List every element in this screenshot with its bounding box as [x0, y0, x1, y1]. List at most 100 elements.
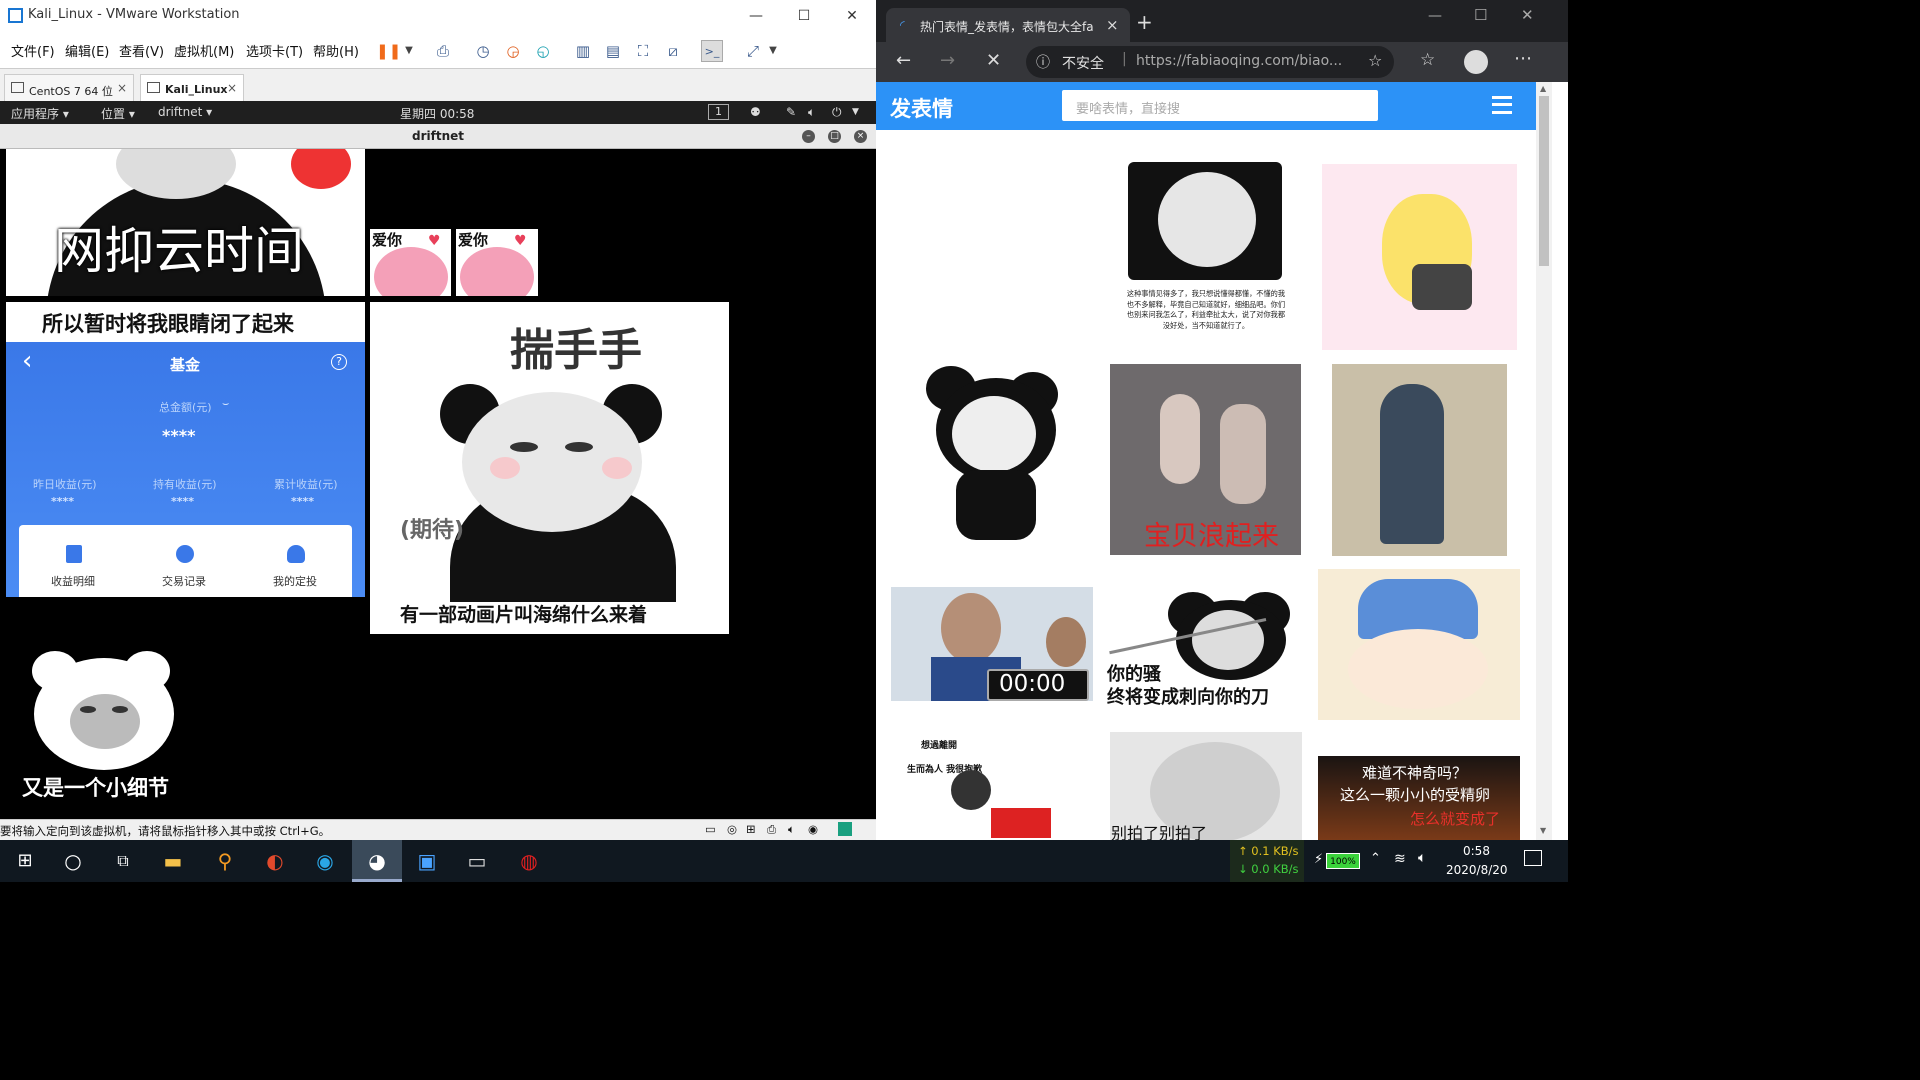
scroll-thumb[interactable]: [1539, 96, 1549, 266]
notification-icon[interactable]: [1524, 850, 1542, 866]
usb-icon[interactable]: ◉: [808, 822, 818, 836]
tab-centos[interactable]: CentOS 7 64 位 ×: [4, 74, 134, 102]
tab-close-icon[interactable]: ×: [227, 81, 237, 95]
users-icon[interactable]: ⚉: [750, 105, 761, 119]
scroll-up-icon[interactable]: ▲: [1540, 84, 1546, 93]
send-ctrl-alt-del-icon[interactable]: ⎙: [432, 40, 454, 62]
more-icon[interactable]: ⋯: [1514, 48, 1532, 69]
menu-edit[interactable]: 编辑(E): [65, 41, 109, 60]
driftnet-app-menu[interactable]: driftnet ▾: [158, 105, 212, 119]
fund-label: 累计收益(元): [274, 478, 338, 491]
close-button[interactable]: ✕: [828, 0, 876, 32]
emoji-item[interactable]: [1318, 569, 1520, 720]
hamburger-menu-icon[interactable]: [1492, 96, 1512, 114]
chevron-down-icon[interactable]: ▼: [852, 107, 859, 117]
plug-icon[interactable]: ⚡: [1314, 852, 1323, 867]
emoji-item[interactable]: 别拍了别拍了: [1110, 732, 1302, 840]
wifi-icon[interactable]: ≋: [1394, 851, 1406, 867]
new-tab-button[interactable]: +: [1136, 10, 1153, 34]
volume-icon[interactable]: 🔈︎: [1418, 850, 1426, 866]
minimize-button[interactable]: —: [1428, 8, 1442, 24]
network-icon[interactable]: ⊞: [746, 822, 756, 836]
power-icon[interactable]: ⏻: [832, 105, 842, 120]
forward-button[interactable]: →: [940, 50, 955, 71]
battery-indicator[interactable]: 100%: [1326, 853, 1360, 869]
sidebar-icon[interactable]: ▥: [572, 40, 594, 62]
maximize-button[interactable]: ☐: [780, 0, 828, 32]
star-icon[interactable]: ☆: [1368, 51, 1382, 70]
pause-icon[interactable]: ❚❚: [376, 40, 401, 62]
close-icon[interactable]: ×: [854, 130, 867, 143]
taskbar-time[interactable]: 0:58: [1463, 844, 1490, 858]
menu-help[interactable]: 帮助(H): [313, 41, 359, 60]
network-speed-widget[interactable]: ↑ 0.1 KB/s ↓ 0.0 KB/s: [1230, 840, 1304, 882]
thumbnail-bar-icon[interactable]: ▤: [602, 40, 624, 62]
kali-vmware-icon[interactable]: ◕: [352, 840, 402, 882]
messages-icon[interactable]: [838, 822, 852, 836]
emoji-item[interactable]: 宝贝浪起来: [1110, 364, 1301, 555]
sound-icon[interactable]: 🔈︎: [788, 822, 795, 837]
menu-file[interactable]: 文件(F): [11, 41, 55, 60]
console-icon[interactable]: >_: [701, 40, 723, 62]
record-icon: [176, 545, 194, 563]
stretch-dropdown-icon[interactable]: ▼: [762, 40, 784, 62]
profile-avatar[interactable]: [1464, 50, 1488, 74]
back-button[interactable]: ←: [896, 50, 911, 71]
emoji-item[interactable]: 难道不神奇吗？ 这么一颗小小的受精卵 怎么就变成了: [1318, 756, 1520, 840]
snapshot-manager-icon[interactable]: ◵: [532, 40, 554, 62]
tab-kali[interactable]: Kali_Linux ×: [140, 74, 244, 102]
pen-icon[interactable]: ✎: [786, 105, 796, 119]
scroll-down-icon[interactable]: ▼: [1540, 826, 1546, 835]
tab-close-icon[interactable]: ×: [117, 81, 127, 95]
places-menu[interactable]: 位置 ▾: [101, 105, 135, 122]
page-scrollbar[interactable]: ▲ ▼: [1536, 82, 1552, 840]
emoji-item[interactable]: [1332, 364, 1507, 556]
emoji-item[interactable]: 这种事情见得多了，我只想说懂得都懂，不懂的我也不多解释，毕竟自己知道就好，细细品…: [1122, 158, 1290, 348]
chevron-up-icon[interactable]: ⌃: [1370, 851, 1381, 866]
browser-tab[interactable]: ◜ 热门表情_发表情，表情包大全fa: [886, 8, 1130, 42]
emoji-item[interactable]: 想過離開 生而為人 我很抱歉: [891, 730, 1093, 840]
site-logo[interactable]: 发表情: [890, 93, 953, 123]
menu-tabs[interactable]: 选项卡(T): [246, 41, 303, 60]
start-button[interactable]: ⊞: [0, 840, 50, 882]
emoji-item[interactable]: [1322, 164, 1517, 350]
vmware-icon[interactable]: ▣: [402, 840, 452, 882]
tab-close-icon[interactable]: ×: [1106, 16, 1119, 34]
taskbar-date[interactable]: 2020/8/20: [1446, 863, 1508, 877]
stop-button[interactable]: ✕: [986, 50, 1001, 71]
maximize-button[interactable]: ☐: [1474, 6, 1487, 24]
volume-icon[interactable]: 🔈︎: [808, 105, 815, 120]
applications-menu[interactable]: 应用程序 ▾: [11, 105, 69, 122]
workspace-indicator[interactable]: 1: [708, 104, 729, 120]
favorites-icon[interactable]: ☆: [1420, 50, 1435, 70]
full-screen-icon[interactable]: ⛶: [632, 40, 654, 62]
app-red-icon[interactable]: ◐: [250, 840, 300, 882]
minimize-icon[interactable]: –: [802, 130, 815, 143]
emoji-item[interactable]: [916, 366, 1076, 551]
terminal-icon[interactable]: ▭: [452, 840, 502, 882]
everything-search-icon[interactable]: ⚲: [200, 840, 250, 882]
panel-clock[interactable]: 星期四 00:58: [400, 105, 474, 122]
emoji-item[interactable]: 你的骚 终将变成刺向你的刀: [1106, 586, 1306, 710]
close-button[interactable]: ✕: [1521, 6, 1534, 24]
address-bar[interactable]: ⓘ 不安全 | https://fabiaoqing.com/biao... ☆: [1026, 46, 1394, 78]
printer-icon[interactable]: ⎙: [767, 822, 776, 837]
edge-browser-icon[interactable]: ◉: [300, 840, 350, 882]
snapshot-icon[interactable]: ◷: [472, 40, 494, 62]
dropdown-icon[interactable]: ▼: [398, 40, 420, 62]
cd-icon[interactable]: ◎: [727, 822, 737, 836]
file-explorer-icon[interactable]: ▬: [148, 840, 198, 882]
netease-music-icon[interactable]: ◍: [504, 840, 554, 882]
hdd-icon[interactable]: ▭: [705, 822, 716, 836]
menu-view[interactable]: 查看(V): [119, 41, 164, 60]
emoji-item[interactable]: 00:00: [891, 587, 1093, 701]
revert-snapshot-icon[interactable]: ◶: [502, 40, 524, 62]
minimize-button[interactable]: —: [732, 0, 780, 32]
site-search-input[interactable]: 要啥表情，直接搜: [1062, 90, 1378, 121]
maximize-icon[interactable]: □: [828, 130, 841, 143]
search-icon[interactable]: ○: [48, 840, 98, 882]
task-view-icon[interactable]: ⧉: [98, 840, 148, 882]
unity-icon[interactable]: ⧄: [662, 40, 684, 62]
menu-vm[interactable]: 虚拟机(M): [174, 41, 234, 60]
stretch-icon[interactable]: ⤢: [742, 40, 764, 62]
